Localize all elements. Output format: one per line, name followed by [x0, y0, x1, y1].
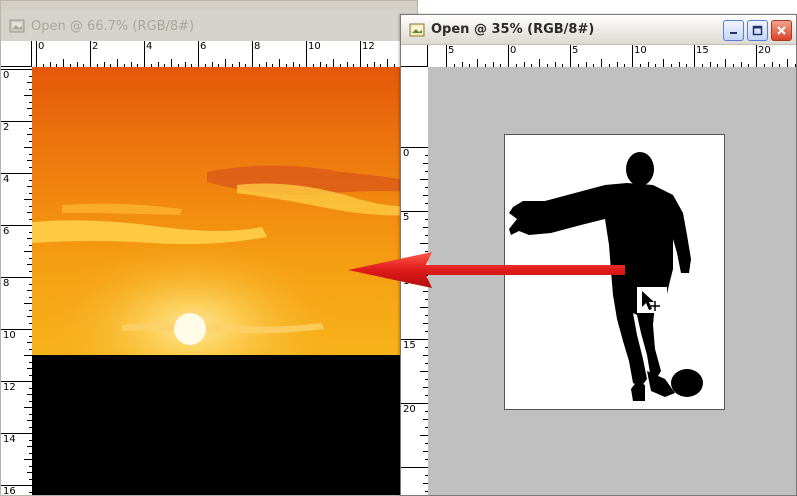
ruler-label: 4 [3, 174, 10, 185]
ruler-label: 0 [403, 148, 410, 159]
ruler-tick [63, 59, 64, 67]
ruler-tick [387, 59, 388, 67]
ruler-label: 15 [403, 340, 416, 351]
ruler-label: 2 [3, 122, 10, 133]
ruler-label: 5 [448, 45, 455, 56]
ruler-tick [570, 45, 571, 67]
ruler-tick [446, 45, 447, 67]
ruler-tick [117, 59, 118, 67]
ruler-tick [360, 41, 361, 67]
ruler-tick [694, 45, 695, 67]
ruler-tick [24, 199, 32, 200]
ruler-label: 8 [3, 278, 10, 289]
ruler-tick [420, 435, 428, 436]
ruler-tick [24, 147, 32, 148]
ruler-tick [477, 59, 478, 67]
ruler-tick [225, 59, 226, 67]
ruler-tick [306, 41, 307, 67]
ruler-tick [24, 355, 32, 356]
ruler-label: 8 [254, 41, 261, 52]
close-icon [777, 26, 786, 35]
maximize-button[interactable] [747, 20, 768, 41]
close-button[interactable] [771, 20, 792, 41]
maximize-icon [752, 25, 763, 36]
ruler-tick [539, 59, 540, 67]
ruler-label: 16 [3, 486, 16, 496]
ruler-tick [24, 407, 32, 408]
ruler-tick [725, 59, 726, 67]
ruler-label: 0 [510, 45, 517, 56]
minimize-icon [730, 32, 737, 34]
ruler-label: 10 [634, 45, 647, 56]
vertical-ruler[interactable]: 0 2 4 6 8 10 12 14 16 [1, 67, 33, 496]
ruler-tick [508, 45, 509, 67]
window-title: Open @ 35% (RGB/8#) [431, 22, 595, 37]
ruler-tick [24, 459, 32, 460]
ruler-tick [333, 59, 334, 67]
ruler-tick [787, 59, 788, 67]
ruler-tick [420, 371, 428, 372]
minimize-button[interactable] [723, 20, 744, 41]
ruler-label: 4 [146, 41, 153, 52]
ruler-tick [171, 59, 172, 67]
ruler-label: 20 [758, 45, 771, 56]
photoshop-document-icon [9, 19, 25, 33]
ruler-tick [420, 179, 428, 180]
ruler-label: 20 [403, 404, 416, 415]
drag-direction-arrow [348, 252, 625, 288]
ruler-label: 10 [3, 330, 16, 341]
ruler-tick [601, 59, 602, 67]
ruler-label: 6 [200, 41, 207, 52]
ruler-label: 5 [403, 212, 410, 223]
title-bar[interactable]: Open @ 66.7% (RGB/8#) [1, 11, 417, 41]
ruler-corner [401, 45, 428, 67]
ruler-label: 0 [3, 70, 10, 81]
ruler-tick [144, 41, 145, 67]
ruler-tick [24, 95, 32, 96]
horizontal-ruler[interactable]: 02468101214 [32, 41, 417, 68]
ruler-tick [36, 41, 37, 67]
ruler-label: 12 [3, 382, 16, 393]
ruler-tick [420, 307, 428, 308]
ruler-tick [420, 243, 428, 244]
ruler-tick [198, 41, 199, 67]
ruler-tick [24, 251, 32, 252]
horizontal-ruler[interactable]: 5 0 5 10 15 20 [428, 45, 796, 68]
ruler-tick [632, 45, 633, 67]
ruler-label: 15 [696, 45, 709, 56]
ruler-tick [252, 41, 253, 67]
ruler-tick [279, 59, 280, 67]
ruler-label: 6 [3, 226, 10, 237]
ruler-label: 14 [3, 434, 16, 445]
ruler-label: 2 [92, 41, 99, 52]
ruler-corner [1, 41, 32, 67]
ruler-label: 10 [308, 41, 321, 52]
ruler-label: 12 [362, 41, 375, 52]
ruler-tick [401, 467, 428, 468]
title-bar[interactable]: Open @ 35% (RGB/8#) [401, 15, 796, 45]
photoshop-document-icon [409, 23, 425, 36]
ruler-tick [663, 59, 664, 67]
ruler-tick [24, 303, 32, 304]
ruler-tick [90, 41, 91, 67]
ruler-label: 5 [572, 45, 579, 56]
window-title: Open @ 66.7% (RGB/8#) [31, 18, 195, 34]
ruler-label: 0 [38, 41, 45, 52]
ruler-tick [756, 45, 757, 67]
